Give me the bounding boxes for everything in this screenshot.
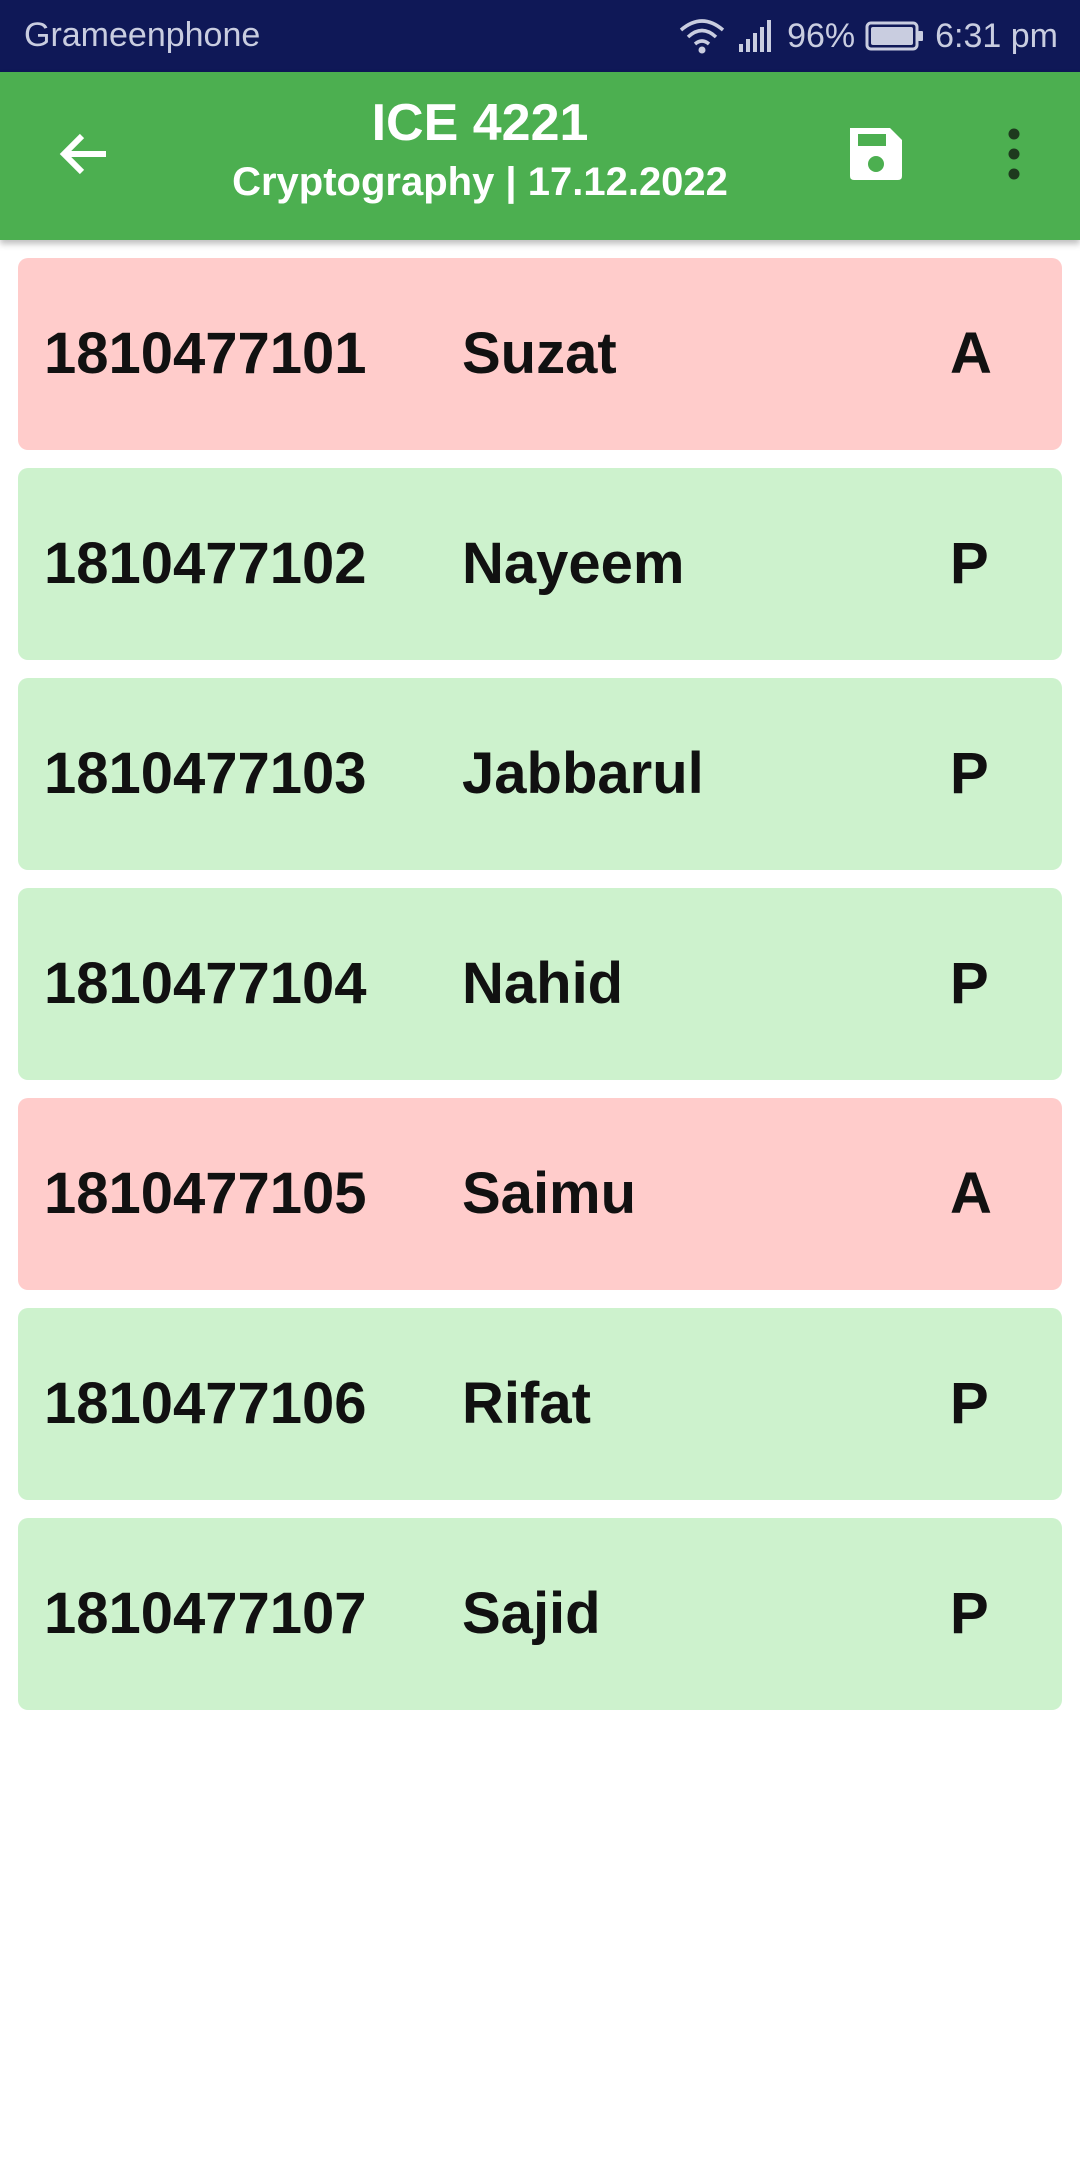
page-title: ICE 4221 xyxy=(371,94,589,152)
wifi-icon xyxy=(677,16,727,56)
carrier-name: Grameenphone xyxy=(24,16,261,54)
student-name: Nayeem xyxy=(462,531,685,596)
attendance-mark: P xyxy=(950,531,989,596)
attendance-mark: A xyxy=(950,321,992,386)
attendance-row-1810477103[interactable]: 1810477103 Jabbarul P xyxy=(18,678,1062,870)
attendance-mark: A xyxy=(950,1161,992,1226)
student-name: Suzat xyxy=(462,321,617,386)
app-bar: ICE 4221 Cryptography | 17.12.2022 xyxy=(0,72,1080,240)
attendance-mark: P xyxy=(950,951,989,1016)
attendance-mark: P xyxy=(950,1581,989,1646)
student-name: Nahid xyxy=(462,951,624,1016)
battery-icon xyxy=(865,20,925,52)
roll-number: 1810477106 xyxy=(44,1371,367,1436)
status-icons: 96% 6:31 pm xyxy=(677,0,1058,72)
save-icon xyxy=(846,124,906,189)
student-name: Saimu xyxy=(462,1161,637,1226)
signal-icon xyxy=(737,18,777,54)
attendance-row-1810477101[interactable]: 1810477101 Suzat A xyxy=(18,258,1062,450)
back-arrow-icon xyxy=(56,126,112,187)
roll-number: 1810477102 xyxy=(44,531,367,596)
attendance-mark: P xyxy=(950,741,989,806)
attendance-row-1810477102[interactable]: 1810477102 Nayeem P xyxy=(18,468,1062,660)
title-block: ICE 4221 Cryptography | 17.12.2022 xyxy=(180,92,780,210)
roll-number: 1810477103 xyxy=(44,741,367,806)
battery-percent: 96% xyxy=(787,16,856,55)
roll-number: 1810477104 xyxy=(44,951,367,1016)
attendance-row-1810477104[interactable]: 1810477104 Nahid P xyxy=(18,888,1062,1080)
save-button[interactable] xyxy=(836,116,916,196)
student-name: Jabbarul xyxy=(462,741,704,806)
student-name: Rifat xyxy=(462,1371,591,1436)
attendance-list: 1810477101 Suzat A 1810477102 Nayeem P 1… xyxy=(18,258,1062,1728)
more-vert-icon xyxy=(1004,126,1024,187)
attendance-row-1810477106[interactable]: 1810477106 Rifat P xyxy=(18,1308,1062,1500)
roll-number: 1810477101 xyxy=(44,321,367,386)
clock: 6:31 pm xyxy=(935,16,1058,55)
status-bar: Grameenphone 96% 6:31 pm xyxy=(0,0,1080,72)
more-options-button[interactable] xyxy=(974,116,1054,196)
attendance-row-1810477105[interactable]: 1810477105 Saimu A xyxy=(18,1098,1062,1290)
roll-number: 1810477107 xyxy=(44,1581,367,1646)
attendance-mark: P xyxy=(950,1371,989,1436)
roll-number: 1810477105 xyxy=(44,1161,367,1226)
page-subtitle: Cryptography | 17.12.2022 xyxy=(232,160,728,204)
attendance-row-1810477107[interactable]: 1810477107 Sajid P xyxy=(18,1518,1062,1710)
back-button[interactable] xyxy=(44,116,124,196)
student-name: Sajid xyxy=(462,1581,601,1646)
